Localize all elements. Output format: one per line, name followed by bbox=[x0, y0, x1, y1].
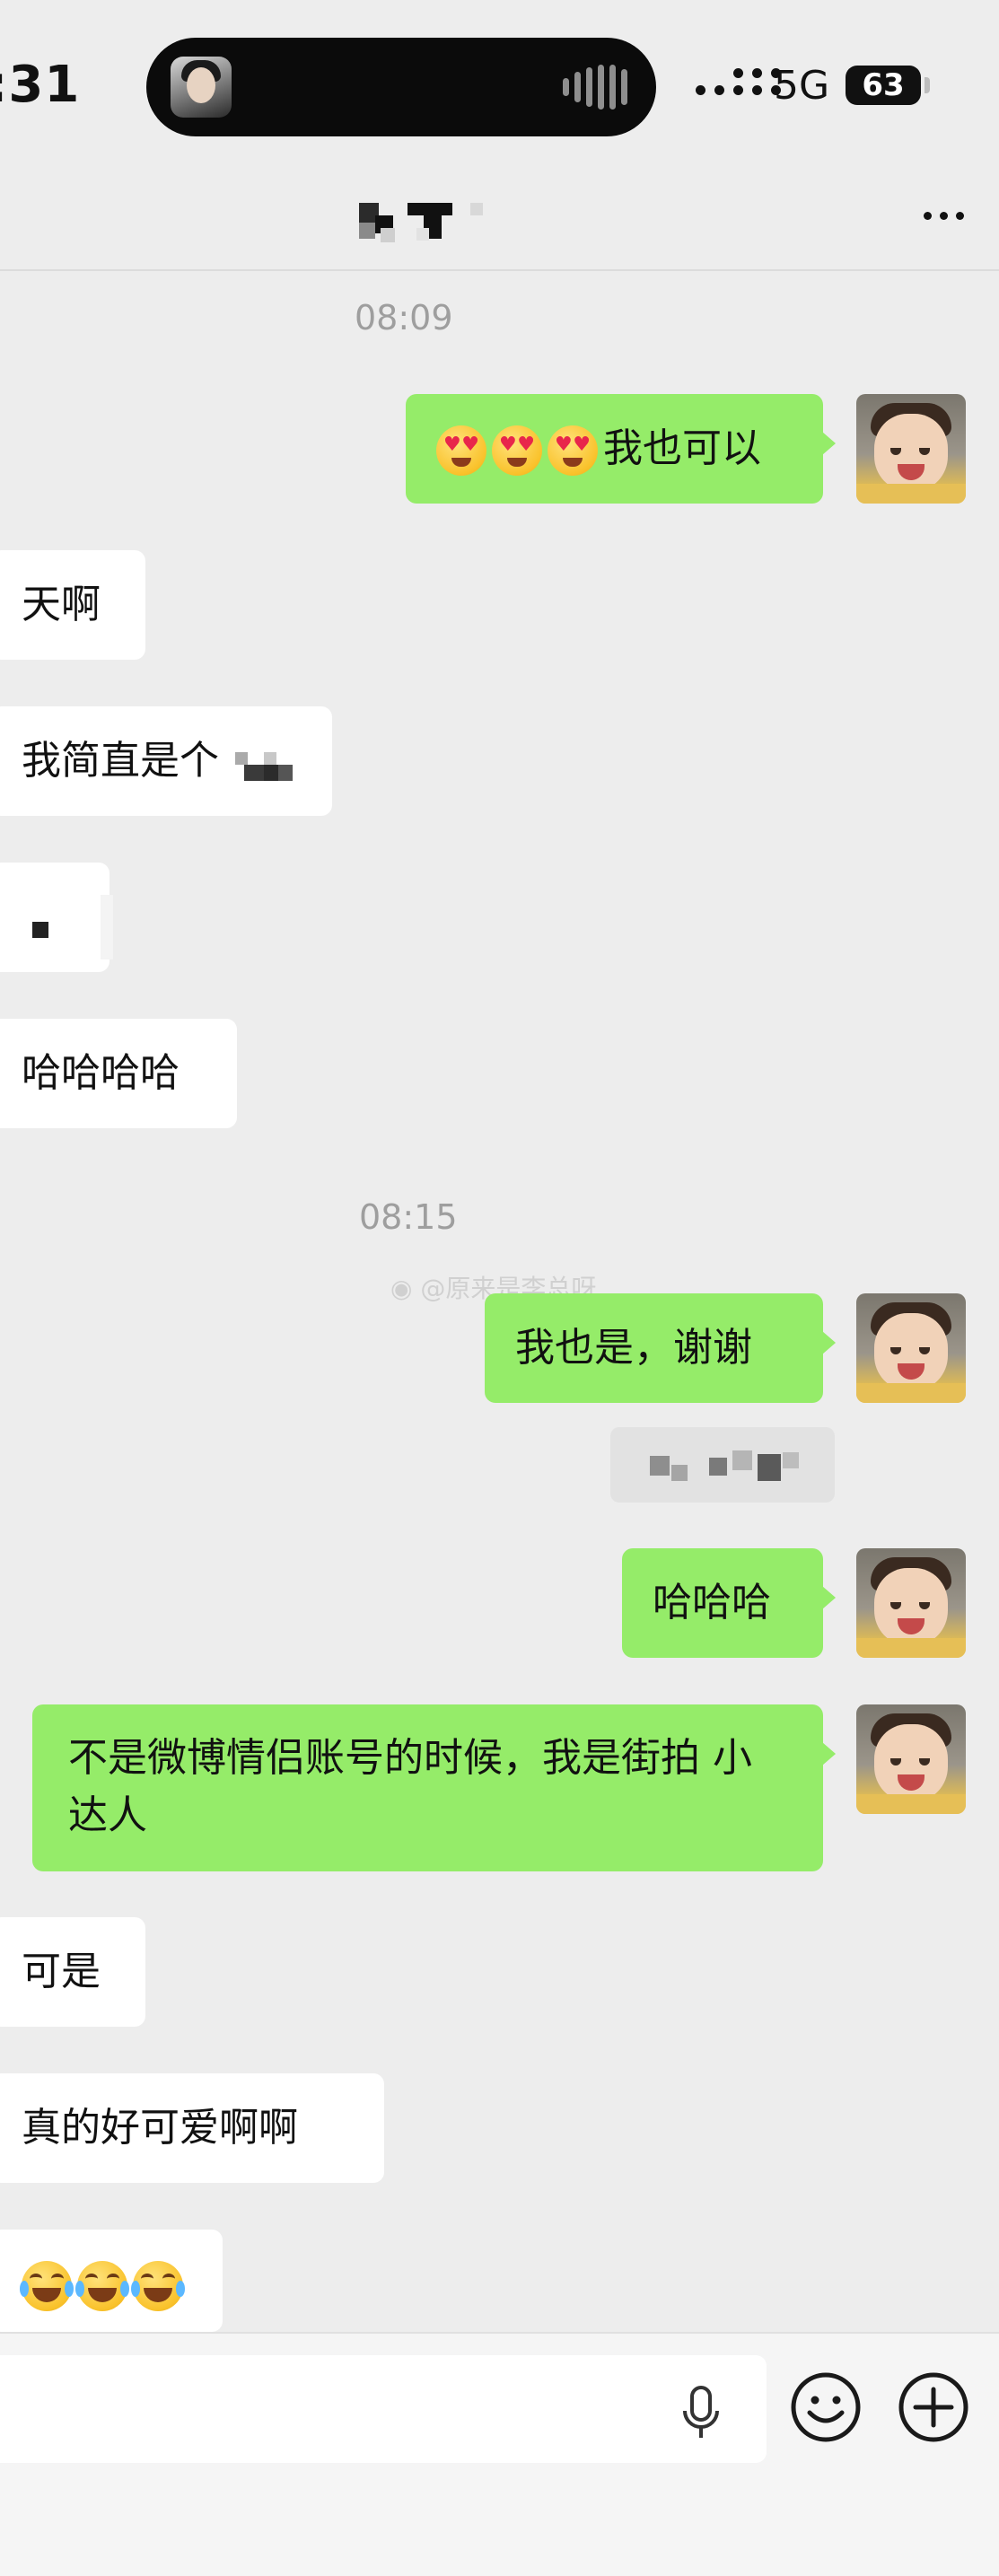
tears-of-joy-emoji-icon bbox=[131, 2261, 185, 2311]
incoming-message[interactable] bbox=[0, 2230, 223, 2332]
input-bar bbox=[0, 2332, 999, 2576]
more-options-button[interactable] bbox=[915, 188, 972, 242]
heart-eyes-emoji-icon bbox=[436, 425, 486, 476]
battery-indicator: 63 bbox=[846, 66, 921, 105]
message-text: 哈哈哈 bbox=[653, 1580, 771, 1625]
chat-header bbox=[0, 171, 999, 271]
my-avatar[interactable] bbox=[856, 394, 966, 504]
status-time: :31 bbox=[0, 56, 81, 114]
dynamic-island[interactable] bbox=[146, 38, 656, 136]
outgoing-message[interactable]: 我也可以 bbox=[406, 394, 836, 504]
my-avatar[interactable] bbox=[856, 1293, 966, 1403]
my-avatar[interactable] bbox=[856, 1704, 966, 1814]
battery-cap bbox=[925, 77, 930, 93]
message-input[interactable] bbox=[0, 2355, 767, 2463]
heart-eyes-emoji-icon bbox=[492, 425, 542, 476]
island-avatar bbox=[171, 57, 232, 118]
outgoing-message[interactable]: 我也是，谢谢 bbox=[485, 1293, 836, 1403]
redacted-mosaic bbox=[232, 743, 296, 783]
message-text: 天啊 bbox=[22, 582, 101, 627]
incoming-message[interactable]: 真的好可爱啊啊 bbox=[0, 2073, 384, 2183]
redacted-mosaic bbox=[32, 922, 48, 938]
status-bar: :31 5G 63 bbox=[0, 0, 999, 171]
message-text: 不是微博情侣账号的时候，我是街拍 小达人 bbox=[68, 1735, 752, 1838]
timestamp: 08:09 bbox=[355, 298, 453, 337]
outgoing-message[interactable]: 哈哈哈 bbox=[622, 1548, 836, 1658]
chat-title-mosaic bbox=[359, 196, 485, 242]
incoming-message[interactable]: 我简直是个 bbox=[0, 706, 332, 816]
message-text: 我简直是个 bbox=[22, 738, 219, 784]
message-text: 可是 bbox=[22, 1949, 101, 1994]
incoming-message[interactable] bbox=[0, 863, 113, 972]
tears-of-joy-emoji-icon bbox=[75, 2261, 129, 2311]
microphone-icon[interactable] bbox=[680, 2386, 722, 2441]
message-text: 哈哈哈哈 bbox=[22, 1050, 180, 1096]
incoming-message[interactable]: 天啊 bbox=[0, 550, 145, 660]
plus-icon[interactable] bbox=[898, 2371, 969, 2443]
outgoing-message[interactable]: 不是微博情侣账号的时候，我是街拍 小达人 bbox=[32, 1704, 836, 1871]
heart-eyes-emoji-icon bbox=[548, 425, 598, 476]
weibo-icon: ◉ bbox=[390, 1274, 421, 1303]
network-type: 5G bbox=[774, 63, 830, 109]
message-text: 我也是，谢谢 bbox=[515, 1325, 752, 1371]
timestamp: 08:15 bbox=[359, 1197, 458, 1237]
my-avatar[interactable] bbox=[856, 1548, 966, 1658]
cellular-signal-icon bbox=[696, 68, 781, 95]
audio-wave-icon bbox=[563, 65, 627, 110]
redacted-status-mosaic bbox=[610, 1427, 835, 1503]
message-text: 我也可以 bbox=[603, 425, 761, 471]
incoming-message[interactable]: 哈哈哈哈 bbox=[0, 1019, 237, 1128]
message-text: 真的好可爱啊啊 bbox=[22, 2105, 298, 2151]
smiley-icon[interactable] bbox=[790, 2371, 862, 2443]
incoming-message[interactable]: 可是 bbox=[0, 1917, 145, 2027]
tears-of-joy-emoji-icon bbox=[20, 2261, 74, 2311]
